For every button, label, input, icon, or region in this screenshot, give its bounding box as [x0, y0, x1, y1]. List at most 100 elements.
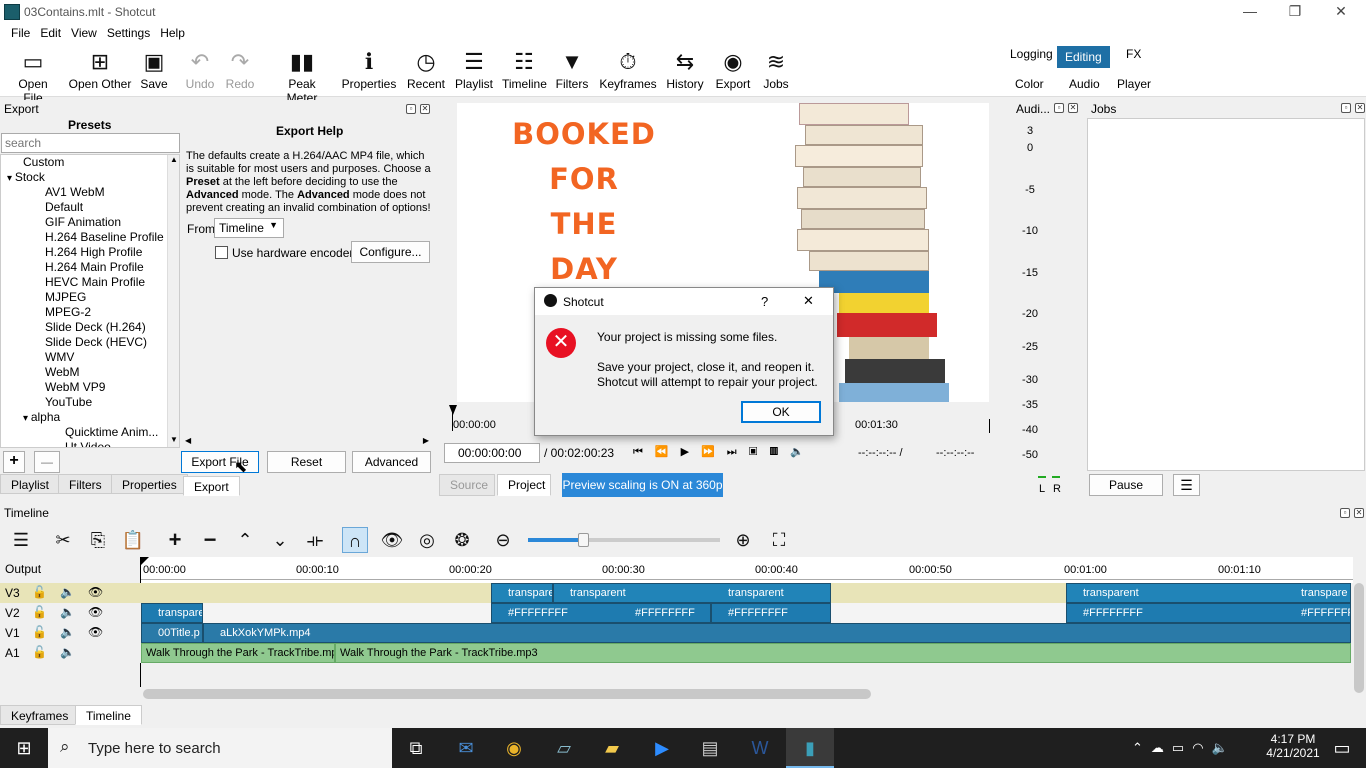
expand-arrow-icon[interactable]: ▾: [23, 413, 31, 424]
preset-item[interactable]: YouTube: [1, 395, 179, 410]
preset-item[interactable]: Slide Deck (H.264): [1, 320, 179, 335]
scroll-up-icon[interactable]: ▲: [170, 155, 178, 164]
preset-item[interactable]: ▾ Stock: [1, 170, 179, 185]
preset-item[interactable]: H.264 Baseline Profile: [1, 230, 179, 245]
lock-icon[interactable]: 🔓: [32, 605, 47, 619]
ok-button[interactable]: OK: [741, 401, 821, 423]
append-icon[interactable]: +: [162, 527, 188, 553]
task-view-icon[interactable]: ⧉: [392, 728, 440, 768]
preset-item[interactable]: HEVC Main Profile: [1, 275, 179, 290]
track-header-v1[interactable]: V1 🔓 🔈 👁: [0, 623, 141, 643]
split-icon[interactable]: ⟛: [302, 527, 328, 553]
tab-playlist[interactable]: Playlist: [0, 474, 61, 494]
tab-timeline[interactable]: Timeline: [75, 705, 142, 725]
timeline-ruler[interactable]: 00:00:00 00:00:10 00:00:20 00:00:30 00:0…: [141, 557, 1353, 583]
filters-button[interactable]: ▼ Filters: [554, 49, 590, 95]
advanced-button[interactable]: Advanced: [352, 451, 431, 473]
lock-icon[interactable]: 🔓: [32, 645, 47, 659]
tab-project[interactable]: Project: [497, 474, 551, 496]
track-header-v3[interactable]: V3 🔓 🔈 👁: [0, 583, 141, 603]
zoom-fit-icon[interactable]: ⛶: [766, 527, 792, 553]
timeline-menu-icon[interactable]: ☰: [8, 527, 34, 553]
redo-button[interactable]: ↷ Redo: [224, 49, 256, 95]
history-button[interactable]: ⇆ History: [664, 49, 706, 95]
peak-meter-button[interactable]: ▮▮ Peak Meter: [272, 49, 332, 105]
workspace-fx[interactable]: FX: [1118, 43, 1149, 65]
close-panel-icon[interactable]: ✕: [1355, 103, 1365, 113]
configure-button[interactable]: Configure...: [351, 241, 430, 263]
outlook-icon[interactable]: ✉: [442, 728, 490, 768]
menu-file[interactable]: File: [6, 24, 35, 40]
taskbar-search-box[interactable]: ⌕ Type here to search: [48, 728, 392, 768]
recent-button[interactable]: ◷ Recent: [404, 49, 448, 95]
document-app-icon[interactable]: ▤: [686, 728, 734, 768]
scaling-notice-button[interactable]: Preview scaling is ON at 360p: [562, 473, 723, 497]
timeline-clip[interactable]: transparent transparent: [553, 583, 831, 603]
timeline-vscrollbar[interactable]: [1354, 583, 1364, 693]
scrub-icon[interactable]: 👁: [379, 527, 405, 553]
timeline-clip[interactable]: transpare: [141, 603, 203, 623]
close-panel-icon[interactable]: ✕: [420, 104, 430, 114]
preset-item[interactable]: ▾ alpha: [1, 410, 179, 425]
windows-start-icon[interactable]: ⊞: [0, 728, 48, 768]
dialog-close-button[interactable]: ✕: [803, 293, 814, 309]
mute-icon[interactable]: 🔈: [60, 605, 75, 619]
preset-item[interactable]: Slide Deck (HEVC): [1, 335, 179, 350]
timeline-clip[interactable]: #FFFFFFFF #FFFFFFFF: [491, 603, 711, 623]
zoom-in-icon[interactable]: ⊕: [730, 527, 756, 553]
close-panel-icon[interactable]: ✕: [1068, 103, 1078, 113]
expand-arrow-icon[interactable]: ▾: [7, 173, 15, 184]
keyframes-button[interactable]: ⏱ Keyframes: [598, 49, 658, 95]
copy-icon[interactable]: ⎘: [85, 527, 111, 553]
float-icon[interactable]: ▫: [406, 104, 416, 114]
jobs-list[interactable]: [1087, 118, 1365, 471]
tab-export[interactable]: Export: [183, 476, 240, 496]
zoom-slider-handle[interactable]: [578, 533, 589, 547]
timeline-audio-clip[interactable]: Walk Through the Park - TrackTribe.mp3: [335, 643, 1351, 663]
tab-keyframes[interactable]: Keyframes: [0, 705, 80, 725]
menu-help[interactable]: Help: [155, 24, 190, 40]
tab-filters[interactable]: Filters: [58, 474, 113, 494]
preset-item[interactable]: Quicktime Anim...: [1, 425, 179, 440]
lock-icon[interactable]: 🔓: [32, 625, 47, 639]
open-file-button[interactable]: ▭ Open File: [8, 49, 58, 105]
timeline-clip[interactable]: #FFFFFFFF #FFFFFFF: [1066, 603, 1351, 623]
track-header-a1[interactable]: A1 🔓 🔈: [0, 643, 141, 663]
timeline-button[interactable]: ☷ Timeline: [502, 49, 547, 95]
preset-search-input[interactable]: [1, 133, 180, 153]
menu-view[interactable]: View: [66, 24, 102, 40]
fast-forward-icon[interactable]: ⏩: [701, 446, 727, 458]
preset-item[interactable]: GIF Animation: [1, 215, 179, 230]
timeline-clip[interactable]: transpare: [491, 583, 553, 603]
wifi-icon[interactable]: ◠: [1192, 740, 1211, 755]
rewind-icon[interactable]: ⏪: [655, 446, 681, 458]
chrome-icon[interactable]: ◉: [490, 728, 538, 768]
preset-item[interactable]: Default: [1, 200, 179, 215]
volume-icon[interactable]: 🔈: [1212, 740, 1236, 755]
jobs-menu-icon[interactable]: ☰: [1173, 474, 1200, 496]
ripple-icon[interactable]: ◎: [414, 527, 440, 553]
add-preset-button[interactable]: +: [3, 451, 25, 473]
remove-preset-button[interactable]: —: [34, 451, 60, 473]
hardware-encoder-checkbox[interactable]: [215, 246, 228, 259]
zoom-out-icon[interactable]: ⊖: [490, 527, 516, 553]
from-select[interactable]: Timeline ▼: [214, 218, 284, 238]
undo-button[interactable]: ↶ Undo: [184, 49, 216, 95]
mute-icon[interactable]: 🔈: [60, 625, 75, 639]
dialog-help-button[interactable]: ?: [761, 294, 768, 309]
timeline-clip[interactable]: #FFFFFFFF: [711, 603, 831, 623]
chevron-up-icon[interactable]: ⌃: [1132, 740, 1151, 755]
menu-edit[interactable]: Edit: [35, 24, 66, 40]
lock-icon[interactable]: 🔓: [32, 585, 47, 599]
zoom-slider[interactable]: [528, 533, 720, 547]
paste-icon[interactable]: 📋: [120, 527, 146, 553]
properties-button[interactable]: ℹ Properties: [340, 49, 398, 95]
word-icon[interactable]: W: [736, 728, 784, 768]
preset-item[interactable]: H.264 High Profile: [1, 245, 179, 260]
grid-icon[interactable]: ▦: [770, 446, 791, 458]
pause-button[interactable]: Pause: [1089, 474, 1163, 496]
save-button[interactable]: ▣ Save: [138, 49, 170, 95]
scroll-down-icon[interactable]: ▼: [170, 435, 178, 444]
notification-icon[interactable]: ▭: [1318, 728, 1366, 768]
timeline-audio-clip[interactable]: Walk Through the Park - TrackTribe.mp3: [141, 643, 335, 663]
